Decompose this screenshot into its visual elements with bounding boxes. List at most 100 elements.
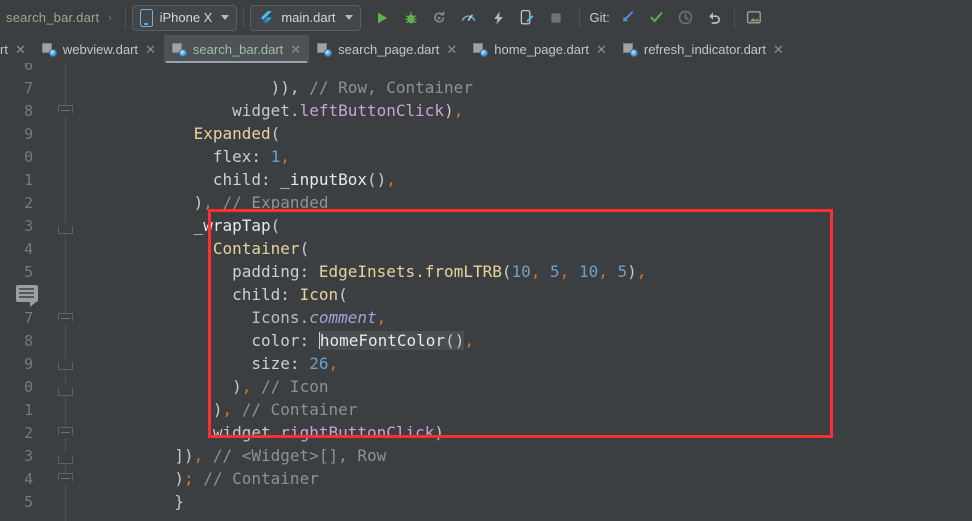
line-number: 5 <box>24 262 33 281</box>
chevron-down-icon <box>221 15 230 20</box>
hot-restart-button[interactable] <box>485 5 511 31</box>
tab-label: webview.dart <box>62 41 139 57</box>
dart-file-icon <box>41 42 57 57</box>
code-content[interactable]: )), // Row, Container widget.leftButtonC… <box>78 63 972 521</box>
main-toolbar: search_bar.dart › iPhone X main.dart Git… <box>0 0 972 36</box>
code-line: padding: EdgeInsets.fromLTRB(10, 5, 10, … <box>155 262 647 281</box>
tab-refresh-indicator-dart[interactable]: refresh_indicator.dart ✕ <box>614 35 792 63</box>
dart-file-icon <box>171 42 187 57</box>
device-pencil-icon <box>520 9 534 25</box>
code-editor[interactable]: 6 7 8 9 0 1 2 3 4 5 6 7 8 9 0 1 2 3 4 5 )), // Row, Contain… <box>0 63 972 521</box>
git-rollback-button[interactable] <box>702 5 728 31</box>
git-action-group <box>615 5 728 31</box>
line-number: 8 <box>24 331 33 350</box>
comment-bubble-icon[interactable] <box>16 285 38 307</box>
search-everywhere-button[interactable] <box>741 5 767 31</box>
play-icon <box>377 12 387 23</box>
run-button[interactable] <box>369 5 395 31</box>
breadcrumb-separator-icon: › <box>106 10 114 25</box>
phone-icon <box>139 8 153 27</box>
toolbar-divider-1 <box>124 6 126 29</box>
gutter-line: 5 <box>0 490 78 513</box>
line-number: 5 <box>24 492 33 511</box>
line-number: 0 <box>24 147 33 166</box>
toolbar-divider-3 <box>578 6 580 29</box>
line-number: 8 <box>24 101 33 120</box>
device-selector[interactable]: iPhone X <box>131 4 238 31</box>
run-config-selector[interactable]: main.dart <box>250 4 361 31</box>
breadcrumb-file[interactable]: search_bar.dart <box>0 10 99 25</box>
toolbar-divider-2 <box>243 6 245 29</box>
close-icon[interactable]: ✕ <box>145 43 156 56</box>
gutter-line: 9 <box>0 122 78 145</box>
arrow-down-left-icon <box>623 11 634 22</box>
dart-file-icon <box>473 42 489 57</box>
git-commit-button[interactable] <box>644 5 670 31</box>
undo-arrow-icon <box>709 12 721 24</box>
line-number: 6 <box>24 63 33 74</box>
tab-label: rt <box>0 41 8 57</box>
tab-search-bar-dart[interactable]: search_bar.dart ✕ <box>163 35 310 63</box>
code-line: ]), // <Widget>[], Row <box>155 446 387 465</box>
gutter-line: 7 <box>0 76 78 99</box>
git-label: Git: <box>589 10 610 25</box>
tab-label: refresh_indicator.dart <box>643 41 766 57</box>
editor-tab-bar: rt ✕ webview.dart ✕ search_bar.dart ✕ se… <box>0 35 972 63</box>
code-line: ); // Container <box>155 469 319 488</box>
hot-reload-button[interactable] <box>427 5 453 31</box>
close-icon[interactable]: ✕ <box>446 43 457 56</box>
gutter-line: 2 <box>0 191 78 214</box>
lightning-icon <box>493 11 503 24</box>
gutter-line: 4 <box>0 237 78 260</box>
line-number: 3 <box>24 216 33 235</box>
gutter-line: 6 <box>0 63 78 76</box>
dart-file-icon <box>622 42 638 57</box>
code-line: )), // Row, Container <box>155 78 473 97</box>
editor-gutter[interactable]: 6 7 8 9 0 1 2 3 4 5 6 7 8 9 0 1 2 3 4 5 <box>0 63 78 521</box>
stop-button[interactable] <box>543 5 569 31</box>
code-line: widget.rightButtonClick) <box>155 423 445 442</box>
code-line: _inputBox() { <box>78 513 309 521</box>
code-line: widget.leftButtonClick), <box>155 101 464 120</box>
line-number: 3 <box>24 446 33 465</box>
gauge-icon <box>461 14 476 21</box>
code-line: ), // Expanded <box>155 193 329 212</box>
code-line: ), // Container <box>155 400 358 419</box>
line-number: 1 <box>24 170 33 189</box>
tab-rt[interactable]: rt ✕ <box>0 35 34 63</box>
line-number: 2 <box>24 423 33 442</box>
tab-webview-dart[interactable]: webview.dart ✕ <box>33 35 164 63</box>
git-update-project-button[interactable] <box>615 5 641 31</box>
line-number: 9 <box>24 124 33 143</box>
line-number: 7 <box>24 308 33 327</box>
git-history-button[interactable] <box>673 5 699 31</box>
check-icon <box>650 12 663 23</box>
clock-icon <box>679 10 693 25</box>
line-number: 9 <box>24 354 33 373</box>
tab-search-page-dart[interactable]: search_page.dart ✕ <box>309 35 466 63</box>
tab-label: home_page.dart <box>494 41 589 57</box>
tab-label: search_bar.dart <box>192 41 284 57</box>
close-icon[interactable]: ✕ <box>290 43 301 56</box>
flutter-performance-button[interactable] <box>456 5 482 31</box>
close-icon[interactable]: ✕ <box>15 43 26 56</box>
code-line: _wrapTap( <box>155 216 281 235</box>
open-devtools-button[interactable] <box>514 5 540 31</box>
close-icon[interactable]: ✕ <box>773 43 784 56</box>
line-number: 4 <box>24 469 33 488</box>
ide-window: search_bar.dart › iPhone X main.dart Git… <box>0 0 972 521</box>
gutter-line: 0 <box>0 145 78 168</box>
line-number: 7 <box>24 78 33 97</box>
tab-home-page-dart[interactable]: home_page.dart ✕ <box>465 35 615 63</box>
tab-label: search_page.dart <box>338 41 440 57</box>
bug-icon <box>404 11 417 23</box>
debug-button[interactable] <box>398 5 424 31</box>
code-line: size: 26, <box>155 354 339 373</box>
gutter-line: 8 <box>0 329 78 352</box>
code-line: flex: 1, <box>155 147 290 166</box>
close-icon[interactable]: ✕ <box>596 43 607 56</box>
screen-icon <box>746 10 761 23</box>
chevron-down-icon <box>344 15 353 20</box>
line-number: 4 <box>24 239 33 258</box>
code-line: } <box>155 492 184 511</box>
